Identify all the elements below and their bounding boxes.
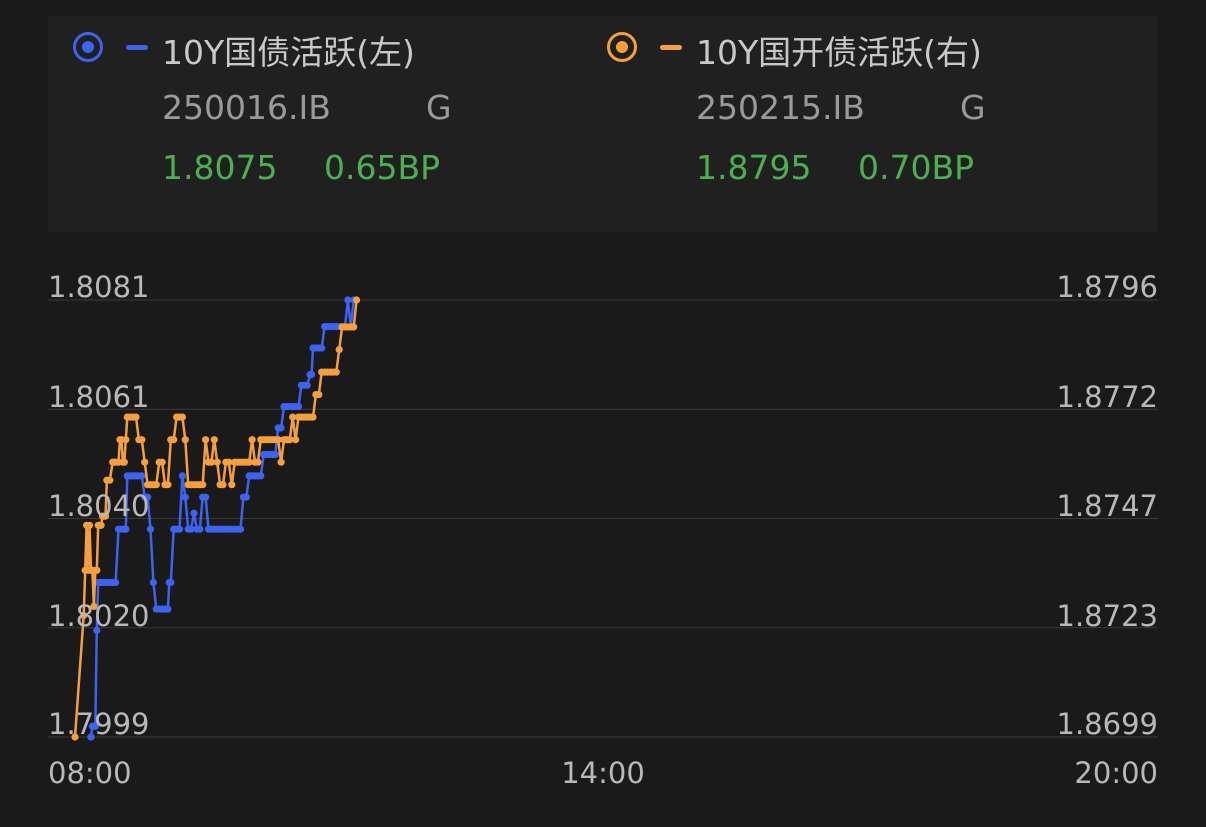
y-left-tick: 1.8081 bbox=[48, 270, 149, 304]
y-right-tick: 1.8796 bbox=[1057, 270, 1158, 304]
data-point bbox=[277, 458, 285, 466]
y-right-tick: 1.8747 bbox=[1057, 489, 1158, 523]
data-point bbox=[353, 296, 361, 304]
grid bbox=[48, 299, 1158, 738]
data-point bbox=[350, 323, 358, 331]
data-point bbox=[199, 481, 207, 489]
y-right-tick: 1.8723 bbox=[1057, 599, 1158, 633]
data-point bbox=[141, 458, 149, 466]
data-point bbox=[213, 458, 221, 466]
data-point bbox=[152, 481, 160, 489]
y-left-tick: 1.7999 bbox=[48, 707, 149, 741]
y-right-tick: 1.8699 bbox=[1057, 707, 1158, 741]
data-point bbox=[138, 436, 146, 444]
data-point bbox=[294, 403, 303, 411]
data-point bbox=[202, 493, 210, 501]
data-point bbox=[120, 458, 128, 466]
data-point bbox=[178, 472, 186, 480]
data-point bbox=[242, 493, 250, 501]
data-point bbox=[158, 458, 166, 466]
data-point bbox=[292, 436, 300, 444]
data-point bbox=[106, 476, 114, 484]
y-right-tick: 1.8772 bbox=[1057, 380, 1158, 414]
data-point bbox=[167, 578, 175, 587]
yield-line-chart[interactable]: 1.8081 1.8061 1.8040 1.8020 1.7999 1.879… bbox=[0, 0, 1206, 827]
y-left-tick: 1.8020 bbox=[48, 599, 149, 633]
data-point bbox=[170, 436, 178, 444]
data-point bbox=[257, 472, 265, 480]
y-left-tick: 1.8061 bbox=[48, 380, 149, 414]
data-point bbox=[196, 525, 204, 533]
data-point bbox=[277, 424, 285, 432]
data-point bbox=[318, 344, 326, 352]
x-tick: 08:00 bbox=[48, 756, 132, 790]
data-point bbox=[181, 436, 189, 444]
data-point bbox=[164, 481, 172, 489]
data-point bbox=[138, 472, 146, 480]
data-point bbox=[248, 436, 256, 444]
data-point bbox=[219, 481, 227, 489]
data-point bbox=[202, 436, 210, 444]
data-point bbox=[271, 450, 279, 459]
data-point bbox=[112, 578, 120, 587]
data-point bbox=[228, 481, 236, 489]
data-point bbox=[149, 578, 157, 587]
data-point bbox=[132, 413, 140, 421]
data-point bbox=[164, 605, 172, 613]
data-point bbox=[146, 525, 155, 533]
data-point bbox=[332, 368, 340, 376]
y-left-tick: 1.8040 bbox=[48, 489, 149, 523]
x-tick: 20:00 bbox=[1074, 756, 1158, 790]
data-point bbox=[178, 413, 186, 421]
data-point bbox=[315, 391, 323, 399]
data-point bbox=[175, 525, 184, 533]
data-point bbox=[308, 371, 316, 379]
x-tick: 14:00 bbox=[561, 756, 645, 790]
data-point bbox=[303, 381, 311, 389]
data-point bbox=[335, 346, 343, 354]
data-point bbox=[93, 566, 101, 574]
data-point bbox=[122, 525, 130, 533]
data-point bbox=[309, 413, 317, 421]
data-point bbox=[181, 493, 189, 501]
data-point bbox=[190, 509, 198, 517]
data-point bbox=[122, 436, 130, 444]
data-point bbox=[210, 436, 218, 444]
data-point bbox=[254, 458, 262, 466]
data-point bbox=[236, 525, 245, 533]
